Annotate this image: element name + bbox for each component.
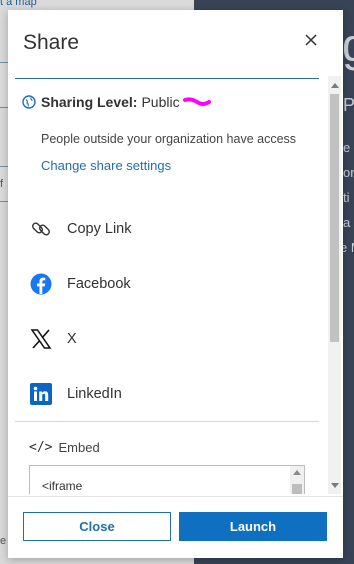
scroll-down-arrow-icon[interactable]	[331, 483, 339, 488]
dialog-header: Share	[8, 10, 343, 76]
share-option-facebook[interactable]: Facebook	[29, 269, 131, 299]
sharing-level-card: Sharing Level: Public People outside you…	[15, 78, 319, 185]
share-option-linkedin[interactable]: LinkedIn	[29, 379, 122, 409]
section-divider	[15, 421, 319, 422]
linkedin-icon	[29, 382, 53, 406]
background-fragment: or	[343, 165, 354, 180]
background-fragment: f	[0, 178, 4, 190]
x-logo-icon	[29, 327, 53, 351]
highlight-scribble	[182, 97, 211, 106]
share-option-label: X	[67, 331, 77, 347]
dialog-title: Share	[23, 31, 80, 54]
close-icon[interactable]	[300, 29, 322, 51]
background-heading-fragment: g	[342, 18, 354, 72]
scroll-up-arrow-icon[interactable]	[293, 470, 301, 475]
dialog-scrollbar[interactable]	[328, 76, 341, 494]
share-option-label: Facebook	[67, 276, 131, 292]
scroll-up-arrow-icon[interactable]	[331, 83, 339, 88]
embed-code-textarea[interactable]: <iframe - - - - - - - - - - - - - - -	[29, 465, 305, 494]
share-option-x[interactable]: X	[29, 324, 77, 354]
share-option-label: Copy Link	[67, 221, 132, 237]
background-fragment: e	[343, 140, 351, 155]
share-dialog: Share Sharing Level: Public People outsi…	[8, 10, 343, 558]
change-share-settings-link[interactable]: Change share settings	[41, 158, 171, 173]
sharing-level-row: Sharing Level: Public	[22, 94, 211, 110]
code-icon: </>	[29, 440, 53, 455]
globe-icon	[22, 95, 36, 109]
background-fragment: e	[0, 535, 7, 547]
launch-button[interactable]: Launch	[179, 512, 327, 541]
close-button[interactable]: Close	[23, 512, 171, 541]
scrollbar-thumb[interactable]	[292, 484, 302, 494]
embed-code-text: <iframe	[42, 479, 83, 493]
embed-header: </> Embed	[29, 440, 100, 455]
background-fragment: P	[343, 95, 354, 115]
share-option-label: LinkedIn	[67, 386, 122, 402]
dialog-footer: Close Launch	[8, 496, 343, 559]
embed-label: Embed	[58, 440, 100, 455]
scrollbar-thumb[interactable]	[330, 94, 339, 342]
sharing-description: People outside your organization have ac…	[41, 132, 297, 146]
sharing-level-label: Sharing Level:	[41, 94, 138, 110]
background-fragment: ti	[343, 190, 350, 205]
embed-scrollbar[interactable]	[290, 466, 304, 494]
dialog-content: Sharing Level: Public People outside you…	[15, 76, 327, 494]
background-fragment: a	[343, 215, 351, 230]
link-icon	[29, 217, 53, 241]
background-link: t a map	[0, 0, 37, 8]
sharing-level-value: Public	[141, 94, 180, 110]
facebook-icon	[29, 272, 53, 296]
share-option-copy-link[interactable]: Copy Link	[29, 214, 131, 244]
